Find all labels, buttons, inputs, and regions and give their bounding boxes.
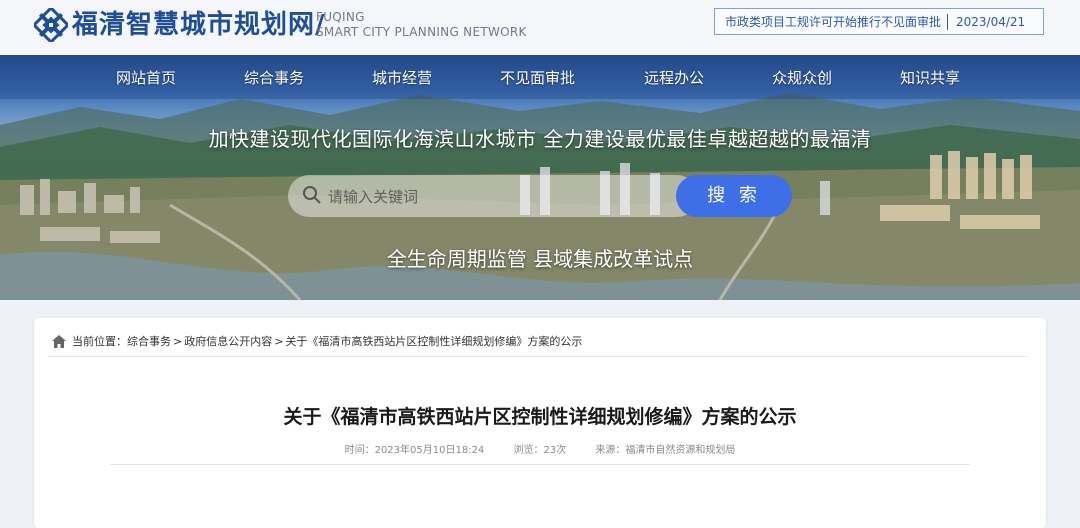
breadcrumb-item-current: 关于《福清市高铁西站片区控制性详细规划修编》方案的公示 (285, 335, 583, 348)
notice-ticker[interactable]: 市政类项目工规许可开始推行不见面审批 2023/04/21 (714, 8, 1044, 35)
article-source: 来源：福清市自然资源和规划局 (595, 445, 736, 456)
search-icon (303, 186, 321, 204)
banner-subtitle: 全生命周期监管 县域集成改革试点 (386, 247, 694, 271)
nav-item-general-affairs[interactable]: 综合事务 (244, 67, 304, 88)
search-button[interactable]: 搜 索 (676, 175, 792, 217)
article-time: 时间：2023年05月10日18:24 (344, 445, 485, 456)
hero-banner: 网站首页 综合事务 城市经营 不见面审批 远程办公 众规众创 知识共享 加快建设… (0, 55, 1080, 300)
nav-item-knowledge-sharing[interactable]: 知识共享 (900, 67, 960, 88)
breadcrumb-label: 当前位置： (72, 335, 127, 348)
search-bar[interactable] (288, 175, 698, 217)
notice-divider (947, 13, 949, 30)
notice-date: 2023/04/21 (956, 14, 1026, 29)
article-meta: 时间：2023年05月10日18:24 浏览：23次 来源：福清市自然资源和规划… (34, 441, 1046, 456)
site-title[interactable]: 福清智慧城市规划网/ (72, 8, 326, 42)
nav-item-remote-office[interactable]: 远程办公 (644, 67, 704, 88)
notice-text[interactable]: 市政类项目工规许可开始推行不见面审批 (715, 13, 941, 30)
article-card: 当前位置： 综合事务 > 政府信息公开内容 > 关于《福清市高铁西站片区控制性详… (34, 318, 1046, 528)
breadcrumb-divider (48, 356, 1028, 357)
search-input[interactable] (326, 183, 690, 211)
home-icon (52, 334, 66, 348)
site-header: 福清智慧城市规划网/ FUQING SMART CITY PLANNING NE… (0, 0, 1080, 55)
breadcrumb-item-gov-info[interactable]: 政府信息公开内容 (184, 333, 272, 349)
nav-item-remote-approval[interactable]: 不见面审批 (500, 67, 575, 88)
main-nav: 网站首页 综合事务 城市经营 不见面审批 远程办公 众规众创 知识共享 (0, 55, 1080, 99)
nav-item-home[interactable]: 网站首页 (116, 67, 176, 88)
nav-item-crowd-planning[interactable]: 众规众创 (772, 67, 832, 88)
breadcrumb-separator: > (274, 334, 284, 348)
site-english-title: FUQING SMART CITY PLANNING NETWORK (316, 10, 527, 40)
breadcrumb-separator: > (173, 334, 183, 348)
nav-item-city-operation[interactable]: 城市经营 (372, 67, 432, 88)
article-title: 关于《福清市高铁西站片区控制性详细规划修编》方案的公示 (283, 406, 797, 428)
breadcrumb-item-general-affairs[interactable]: 综合事务 (127, 333, 171, 349)
article-views: 浏览：23次 (513, 445, 567, 456)
breadcrumb: 当前位置： 综合事务 > 政府信息公开内容 > 关于《福清市高铁西站片区控制性详… (52, 333, 582, 349)
site-english-line1: FUQING (316, 10, 365, 24)
site-english-line2: SMART CITY PLANNING NETWORK (316, 25, 527, 39)
meta-divider (110, 464, 970, 465)
logo-icon[interactable] (34, 8, 68, 42)
banner-slogan: 加快建设现代化国际化海滨山水城市 全力建设最优最佳卓越超越的最福清 (208, 127, 872, 151)
